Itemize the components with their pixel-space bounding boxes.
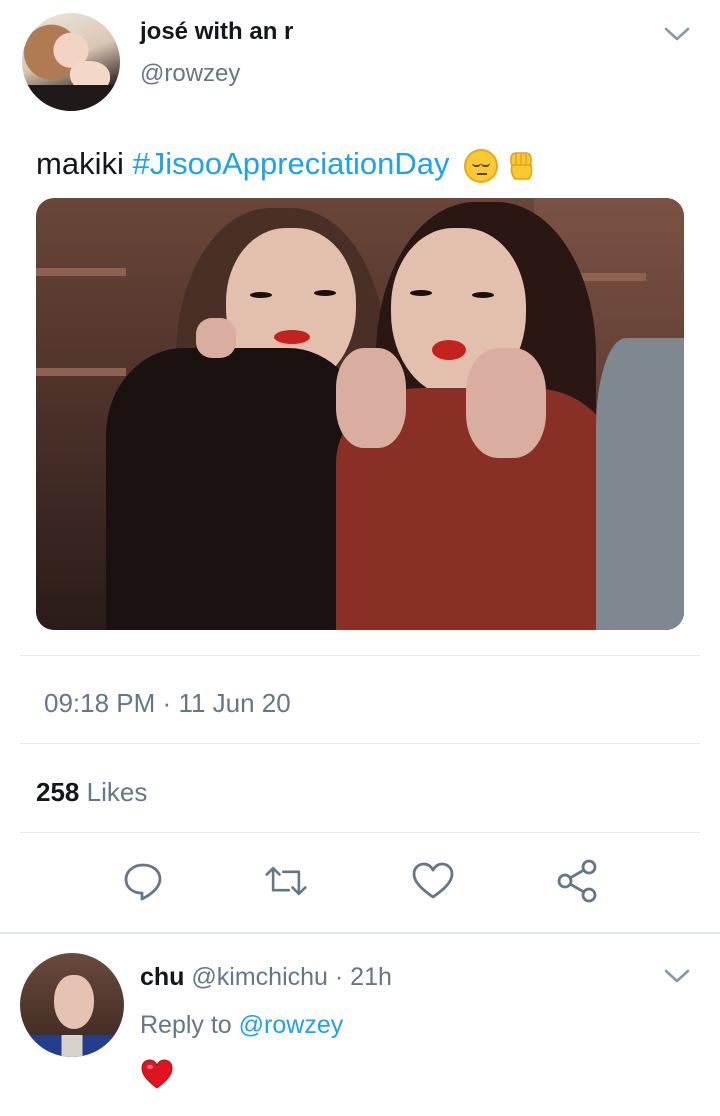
- reply-author-name[interactable]: chu: [140, 963, 184, 991]
- reply-author-handle[interactable]: @kimchichu: [191, 963, 328, 991]
- hashtag-link[interactable]: #JisooAppreciationDay: [132, 146, 449, 181]
- reply-mention-link[interactable]: @rowzey: [239, 1011, 344, 1039]
- author-handle[interactable]: @rowzey: [140, 60, 240, 88]
- likes-count: 258: [36, 777, 80, 807]
- reply-button[interactable]: [120, 858, 166, 904]
- divider: [20, 832, 700, 833]
- tweet-timestamp: 09:18 PM · 11 Jun 20: [44, 688, 291, 719]
- tweet-time: 09:18 PM: [44, 688, 156, 718]
- reply-icon: [124, 863, 162, 901]
- section-divider: [0, 932, 720, 934]
- avatar-photo-detail: [54, 975, 94, 1029]
- reply-age: · 21h: [334, 963, 392, 991]
- tweet-text-plain: makiki: [36, 146, 133, 181]
- retweet-button[interactable]: [263, 858, 309, 904]
- reply-to-prefix: Reply to: [140, 1011, 232, 1039]
- author-name[interactable]: josé with an r: [140, 18, 293, 46]
- chevron-down-icon[interactable]: [664, 26, 690, 42]
- tweet-date: 11 Jun 20: [178, 688, 291, 718]
- retweet-icon: [265, 866, 307, 896]
- likes-stat[interactable]: 258 Likes: [36, 777, 147, 808]
- share-icon: [557, 859, 597, 903]
- tweet-photo[interactable]: [36, 198, 684, 630]
- heart-icon: [412, 862, 454, 899]
- likes-label: Likes: [86, 777, 148, 807]
- tweet-text: makiki #JisooAppreciationDay: [36, 146, 538, 183]
- pensive-face-emoji: [464, 148, 499, 183]
- tweet-detail-page: josé with an r @rowzey makiki #JisooAppr…: [0, 0, 720, 1116]
- chevron-down-icon[interactable]: [664, 968, 690, 984]
- avatar-photo-detail: [22, 85, 120, 111]
- raised-fist-emoji: [510, 152, 533, 180]
- divider: [20, 743, 700, 744]
- avatar-photo-detail: [20, 1035, 124, 1057]
- reply-header: chu @kimchichu · 21h: [140, 963, 392, 992]
- divider: [20, 655, 700, 656]
- like-button[interactable]: [410, 858, 456, 904]
- reply-author-avatar[interactable]: [20, 953, 124, 1057]
- timestamp-separator: ·: [162, 688, 172, 718]
- share-button[interactable]: [554, 858, 600, 904]
- reply-to-line: Reply to @rowzey: [140, 1011, 343, 1040]
- red-heart-emoji: [141, 1059, 173, 1089]
- author-avatar[interactable]: [22, 13, 120, 111]
